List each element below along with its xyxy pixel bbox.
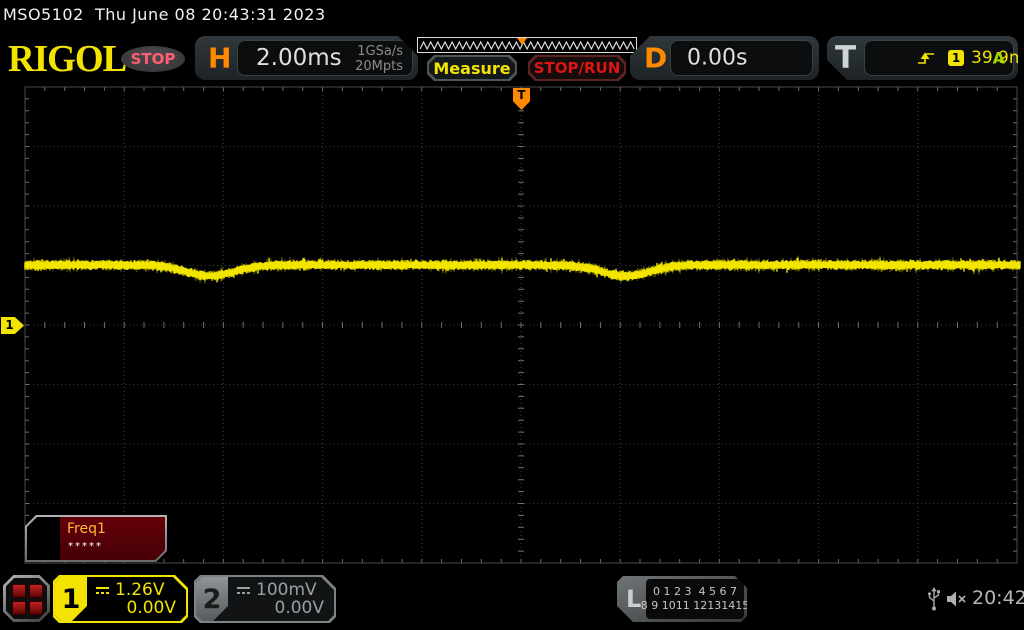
- logic-analyzer-label: L: [626, 585, 642, 613]
- channel1-scale: 1.26V: [115, 580, 165, 600]
- channel1-number: 1: [55, 577, 87, 621]
- menu-grid-icon[interactable]: [3, 575, 50, 622]
- logic-channels-row1: 0 1 2 3 4 5 6 7: [653, 585, 737, 598]
- measurement-freq1-label: Freq1: [67, 521, 106, 537]
- dc-coupling-icon: [236, 585, 251, 596]
- measurement-freq1-background: Freq1 *****: [60, 517, 165, 560]
- channel1-offset: 0.00V: [126, 598, 176, 618]
- speaker-muted-icon: [947, 591, 966, 607]
- logic-channels-row2: 8 9 1011 12131415: [640, 599, 750, 612]
- measurement-freq1-body: Freq1 *****: [27, 517, 165, 560]
- logic-channel-list: 0 1 2 3 4 5 6 7 8 9 1011 12131415: [646, 579, 744, 619]
- channel2-number: 2: [196, 577, 228, 621]
- channel2-status-button[interactable]: 2 100mV 0.00V: [194, 575, 336, 623]
- channel1-status-button[interactable]: 1 1.26V 0.00V: [53, 575, 188, 623]
- logic-analyzer-button[interactable]: L 0 1 2 3 4 5 6 7 8 9 1011 12131415: [617, 576, 747, 622]
- dc-coupling-icon: [95, 585, 110, 596]
- channel2-offset: 0.00V: [274, 598, 324, 618]
- measurement-freq1-value: *****: [68, 541, 103, 552]
- channel2-scale: 100mV: [256, 580, 317, 600]
- measurement-freq1-box[interactable]: Freq1 *****: [25, 515, 167, 562]
- usb-icon: [928, 587, 940, 611]
- oscilloscope-screen: MSO5102 Thu June 08 20:43:31 2023 RIGOL …: [0, 0, 1024, 630]
- clock: 20:42: [972, 587, 1024, 609]
